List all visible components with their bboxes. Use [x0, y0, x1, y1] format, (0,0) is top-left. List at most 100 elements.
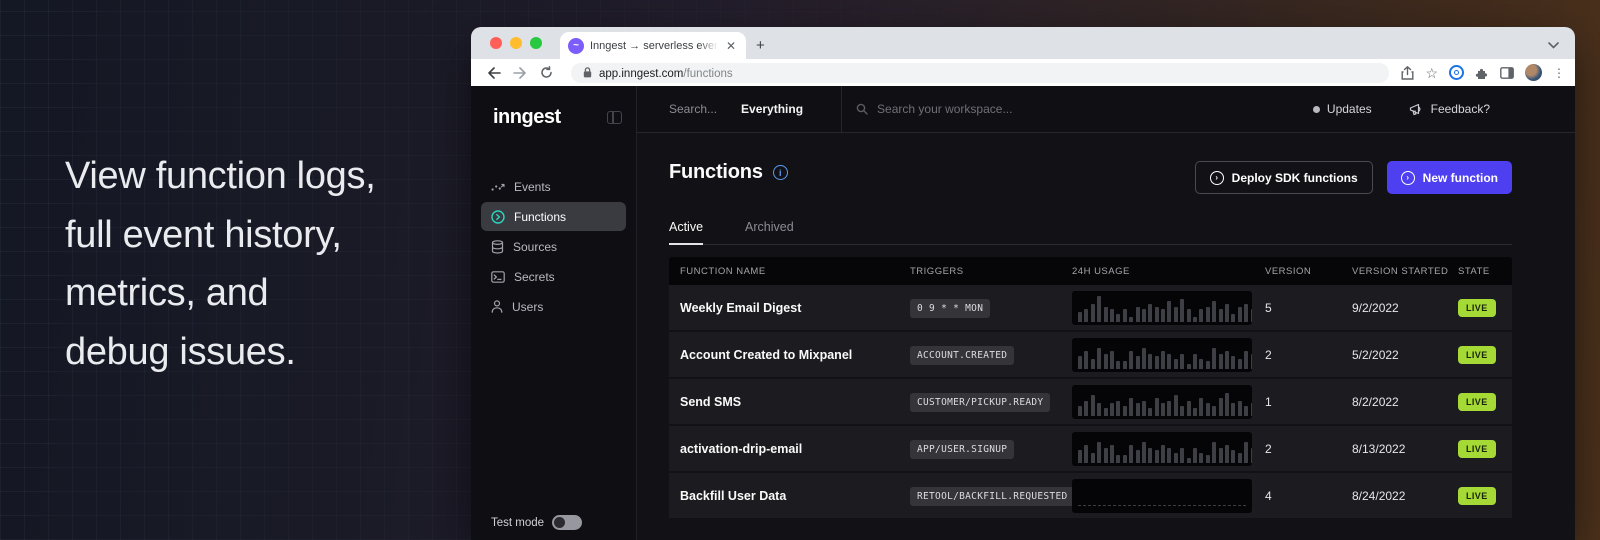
sidebar-item-label: Users [512, 300, 543, 314]
search-menu-label[interactable]: Search... [669, 102, 717, 116]
sparkline-bar [1084, 309, 1088, 321]
functions-icon [491, 210, 505, 224]
sparkline-bar [1142, 442, 1146, 462]
url-bar[interactable]: app.inngest.com/functions [571, 63, 1389, 83]
sparkline-bar [1091, 395, 1095, 415]
sparkline-bar [1199, 309, 1203, 321]
usage-sparkline [1072, 432, 1252, 466]
sparkline-bar [1123, 455, 1127, 462]
tab-archived[interactable]: Archived [745, 220, 794, 244]
back-icon[interactable] [483, 67, 505, 79]
bookmark-star-icon[interactable]: ☆ [1425, 66, 1438, 80]
sparkline-bar [1244, 304, 1248, 322]
sparkline-bar [1187, 458, 1191, 463]
sparkline-bar [1231, 450, 1235, 462]
hero-headline: View function logs, full event history, … [65, 147, 375, 381]
sparkline-bar [1161, 351, 1165, 369]
sparkline-bar [1180, 354, 1184, 369]
sidebar-item-users[interactable]: Users [481, 292, 626, 321]
state-cell: LIVE [1458, 439, 1512, 458]
minimize-window-button[interactable] [510, 37, 522, 49]
close-window-button[interactable] [490, 37, 502, 49]
deploy-sdk-functions-button[interactable]: › Deploy SDK functions [1195, 161, 1373, 194]
sparkline-bar [1136, 356, 1140, 368]
feedback-link[interactable]: Feedback? [1409, 102, 1490, 116]
usage-cell [1072, 432, 1265, 466]
sparkline-bar [1104, 448, 1108, 463]
sparkline-bar [1129, 317, 1133, 322]
onepassword-extension-icon[interactable] [1449, 65, 1464, 80]
function-name: Send SMS [669, 395, 910, 409]
sparkline-bar [1238, 401, 1242, 416]
profile-avatar[interactable] [1525, 64, 1542, 81]
trigger-badge: RETOOL/BACKFILL.REQUESTED [910, 487, 1075, 506]
forward-icon[interactable] [509, 67, 531, 79]
sparkline-bar [1136, 450, 1140, 462]
sparkline-bar [1167, 448, 1171, 463]
sparkline-bar [1078, 312, 1082, 322]
trigger-cell: ACCOUNT.CREATED [910, 345, 1072, 365]
zoom-window-button[interactable] [530, 37, 542, 49]
sparkline-bar [1238, 453, 1242, 463]
workspace-search-input[interactable]: Search your workspace... [877, 102, 1012, 116]
trigger-badge: CUSTOMER/PICKUP.READY [910, 393, 1050, 412]
sparkline-bar [1206, 403, 1210, 415]
sparkline-empty-line [1078, 505, 1246, 506]
share-icon[interactable] [1401, 66, 1414, 80]
url-path: /functions [683, 68, 732, 80]
sparkline-bar [1167, 401, 1171, 416]
sparkline-bar [1225, 445, 1229, 463]
window-controls [471, 27, 560, 59]
sparkline-bar [1212, 406, 1216, 416]
sparkline-bar [1238, 307, 1242, 322]
inngest-app: inngest Events Functions Sources [471, 86, 1575, 540]
topbar-divider [841, 86, 842, 133]
test-mode-label: Test mode [491, 517, 544, 529]
tab-close-icon[interactable]: ✕ [724, 39, 738, 53]
function-row[interactable]: Backfill User DataRETOOL/BACKFILL.REQUES… [669, 473, 1512, 520]
function-version: 1 [1265, 395, 1352, 409]
sparkline-bar [1251, 403, 1252, 415]
extensions-puzzle-icon[interactable] [1475, 66, 1489, 80]
info-icon[interactable]: i [773, 165, 788, 180]
version-started-date: 8/24/2022 [1352, 489, 1458, 503]
sidebar-collapse-icon[interactable] [607, 111, 622, 124]
test-mode-toggle[interactable] [552, 515, 582, 530]
new-function-button[interactable]: › New function [1387, 161, 1512, 194]
function-name: Backfill User Data [669, 489, 910, 503]
sparkline-bar [1244, 406, 1248, 416]
browser-menu-kebab-icon[interactable]: ⋮ [1553, 67, 1565, 79]
sparkline-bar [1225, 351, 1229, 369]
sparkline-bar [1231, 403, 1235, 415]
users-icon [491, 300, 503, 313]
function-version: 5 [1265, 301, 1352, 315]
updates-link[interactable]: Updates [1327, 102, 1372, 116]
sidebar-item-events[interactable]: Events [481, 172, 626, 201]
sparkline-bar [1084, 401, 1088, 416]
function-row[interactable]: Weekly Email Digest0 9 * * MON59/2/2022L… [669, 285, 1512, 332]
sparkline-bar [1238, 359, 1242, 369]
sparkline-bar [1187, 401, 1191, 416]
search-scope-everything[interactable]: Everything [741, 102, 803, 116]
function-row[interactable]: activation-drip-emailAPP/USER.SIGNUP28/1… [669, 426, 1512, 473]
column-header: 24H USAGE [1072, 266, 1265, 277]
sparkline-bar [1142, 309, 1146, 321]
reload-icon[interactable] [535, 66, 557, 79]
new-tab-button[interactable]: + [756, 37, 765, 54]
sidebar-item-label: Sources [513, 240, 557, 254]
sidebar-item-sources[interactable]: Sources [481, 232, 626, 261]
sidebar-item-functions[interactable]: Functions [481, 202, 626, 231]
function-row[interactable]: Send SMSCUSTOMER/PICKUP.READY18/2/2022LI… [669, 379, 1512, 426]
sidebar-item-secrets[interactable]: Secrets [481, 262, 626, 291]
sparkline-bar [1148, 448, 1152, 463]
sparkline-bar [1129, 351, 1133, 369]
sparkline-bar [1097, 403, 1101, 415]
tabstrip-chevron-down-icon[interactable] [1548, 36, 1559, 54]
sparkline-bar [1251, 309, 1252, 321]
tab-active[interactable]: Active [669, 220, 703, 245]
sparkline-bar [1116, 361, 1120, 368]
function-row[interactable]: Account Created to MixpanelACCOUNT.CREAT… [669, 332, 1512, 379]
browser-tab[interactable]: ~ Inngest → serverless event-dri ✕ [560, 32, 746, 59]
side-panel-icon[interactable] [1500, 67, 1514, 79]
status-badge: LIVE [1458, 440, 1496, 458]
